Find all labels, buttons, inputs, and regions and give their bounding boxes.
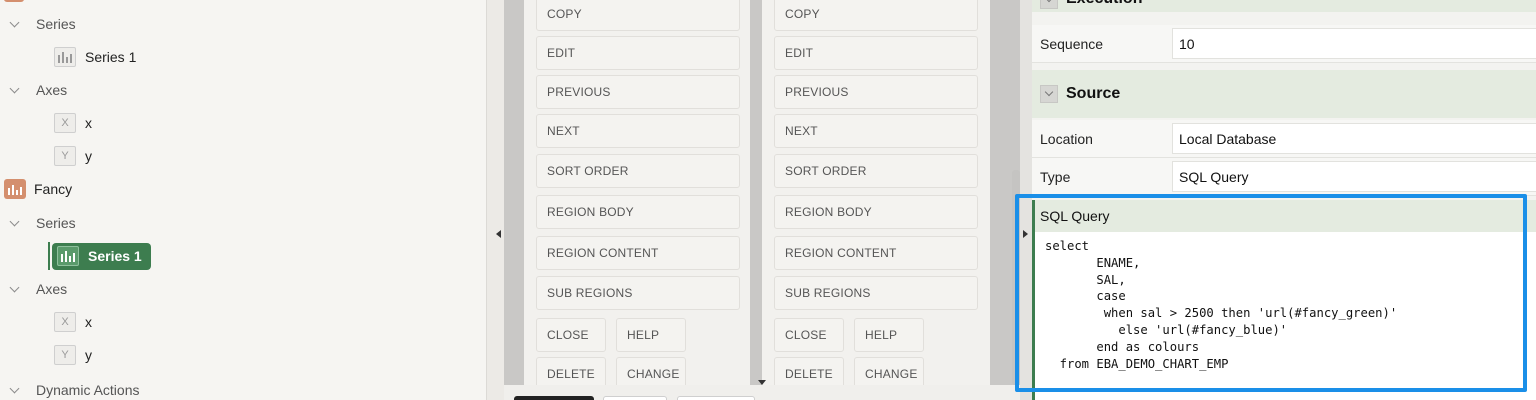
tree-node-series[interactable]: Series xyxy=(8,208,76,238)
grid-position-button[interactable]: EDIT xyxy=(774,36,978,70)
prop-location: Location Local Database xyxy=(1032,120,1536,158)
sql-query-label: SQL Query xyxy=(1032,200,1536,232)
selected-node[interactable]: Series 1 xyxy=(52,242,151,270)
grid-position-button[interactable]: COPY xyxy=(536,0,740,31)
x-axis-glyph: X xyxy=(61,117,69,129)
grid-position-button[interactable]: COPY xyxy=(774,0,978,31)
chevron-down-icon[interactable] xyxy=(8,383,22,397)
type-select[interactable]: SQL Query xyxy=(1172,161,1536,192)
location-select[interactable]: Local Database xyxy=(1172,123,1536,154)
grid-position-button[interactable]: SORT ORDER xyxy=(774,154,978,188)
grid-position-button[interactable]: SUB REGIONS xyxy=(536,276,740,310)
section-execution[interactable]: Execution xyxy=(1032,0,1536,12)
grid-position-button[interactable]: HELP xyxy=(854,318,924,352)
tree-node-label: Series 1 xyxy=(88,248,142,264)
tree-node-series-1[interactable]: Series 1 xyxy=(54,42,136,72)
tree-node-label: y xyxy=(85,347,92,363)
bar-chart-icon xyxy=(54,47,76,67)
prop-label: Sequence xyxy=(1040,36,1104,52)
section-title: Source xyxy=(1066,85,1121,102)
grid-position-button[interactable]: REGION BODY xyxy=(774,195,978,229)
chevron-down-icon[interactable] xyxy=(8,17,22,31)
tree-node-axis-y[interactable]: Y y xyxy=(54,340,92,370)
right-splitter[interactable] xyxy=(1020,0,1032,400)
sequence-input[interactable]: 10 xyxy=(1172,28,1536,59)
y-axis-icon: Y xyxy=(54,146,76,166)
tree-node-label: Fancy xyxy=(34,181,73,197)
tree-node-series-1-selected[interactable]: Series 1 xyxy=(52,241,151,271)
tree-node-dynamic-actions[interactable]: Dynamic Actions xyxy=(8,375,139,400)
bottom-tab[interactable] xyxy=(603,396,667,400)
grid-position-button[interactable]: SUB REGIONS xyxy=(774,276,978,310)
prop-type: Type SQL Query xyxy=(1032,158,1536,196)
y-axis-glyph: Y xyxy=(61,150,69,162)
sql-query-editor[interactable]: select ENAME, SAL, case when sal > 2500 … xyxy=(1032,232,1536,400)
grid-position-button[interactable]: NEXT xyxy=(536,114,740,148)
section-source[interactable]: Source xyxy=(1032,70,1536,118)
chart-node-icon-partial xyxy=(4,0,24,2)
tree-node-label: Series xyxy=(36,16,76,32)
grid-position-button[interactable]: SORT ORDER xyxy=(536,154,740,188)
section-title: Execution xyxy=(1066,0,1142,8)
y-axis-glyph: Y xyxy=(61,349,69,361)
x-axis-icon: X xyxy=(54,113,76,133)
tree-node-axes[interactable]: Axes xyxy=(8,274,67,304)
grid-position-button[interactable]: PREVIOUS xyxy=(536,75,740,109)
x-axis-glyph: X xyxy=(61,316,69,328)
grid-position-button[interactable]: EDIT xyxy=(536,36,740,70)
tree-node-axis-x[interactable]: X x xyxy=(54,108,92,138)
bar-chart-icon xyxy=(57,246,79,266)
tree-node-label: Axes xyxy=(36,82,68,98)
grid-position-button[interactable]: REGION BODY xyxy=(536,195,740,229)
bottom-tab[interactable] xyxy=(677,396,755,400)
grid-scrollbar[interactable] xyxy=(1012,170,1020,385)
chevron-down-icon[interactable] xyxy=(8,83,22,97)
tree-node-label: Series 1 xyxy=(85,49,137,65)
prop-sequence: Sequence 10 xyxy=(1032,25,1536,63)
tree-node-axis-x[interactable]: X x xyxy=(54,307,92,337)
tree-node-axis-y[interactable]: Y y xyxy=(54,141,92,171)
chevron-down-icon[interactable] xyxy=(8,216,22,230)
selection-indicator xyxy=(48,242,50,270)
y-axis-icon: Y xyxy=(54,345,76,365)
grid-position-button[interactable]: CLOSE xyxy=(536,318,606,352)
property-editor: Execution Sequence 10 Source Location Lo… xyxy=(1032,0,1536,400)
chart-region-icon xyxy=(4,179,26,199)
grid-position-button[interactable]: HELP xyxy=(616,318,686,352)
collapse-right-icon[interactable] xyxy=(1023,230,1028,238)
x-axis-icon: X xyxy=(54,312,76,332)
prop-label: Type xyxy=(1040,169,1071,185)
rendering-tree: Series Series 1 Axes X x Y y Fancy Serie… xyxy=(0,0,486,400)
page-designer: Series Series 1 Axes X x Y y Fancy Serie… xyxy=(0,0,1536,400)
grid-position-button[interactable]: REGION CONTENT xyxy=(774,236,978,270)
left-splitter[interactable] xyxy=(486,0,504,400)
tree-node-series[interactable]: Series xyxy=(8,9,76,39)
bottom-tab-active[interactable] xyxy=(514,396,594,400)
tree-node-label: Axes xyxy=(36,281,68,297)
collapse-left-icon[interactable] xyxy=(496,230,501,238)
chevron-down-icon[interactable] xyxy=(8,282,22,296)
tree-node-label: y xyxy=(85,148,92,164)
tree-node-axes[interactable]: Axes xyxy=(8,75,67,105)
tree-node-label: x xyxy=(85,314,92,330)
chevron-down-icon[interactable] xyxy=(1040,85,1058,103)
tree-node-label: x xyxy=(85,115,92,131)
sql-code[interactable]: select ENAME, SAL, case when sal > 2500 … xyxy=(1045,238,1397,372)
prop-label: Location xyxy=(1040,131,1093,147)
tree-node-label: Dynamic Actions xyxy=(36,382,140,398)
tree-node-label: Series xyxy=(36,215,76,231)
grid-position-button[interactable]: REGION CONTENT xyxy=(536,236,740,270)
chevron-down-icon[interactable] xyxy=(1040,0,1058,9)
grid-position-button[interactable]: PREVIOUS xyxy=(774,75,978,109)
grid-position-button[interactable]: NEXT xyxy=(774,114,978,148)
grid-position-button[interactable]: CLOSE xyxy=(774,318,844,352)
expand-down-icon[interactable] xyxy=(758,380,766,385)
tree-node-fancy[interactable]: Fancy xyxy=(4,174,72,204)
